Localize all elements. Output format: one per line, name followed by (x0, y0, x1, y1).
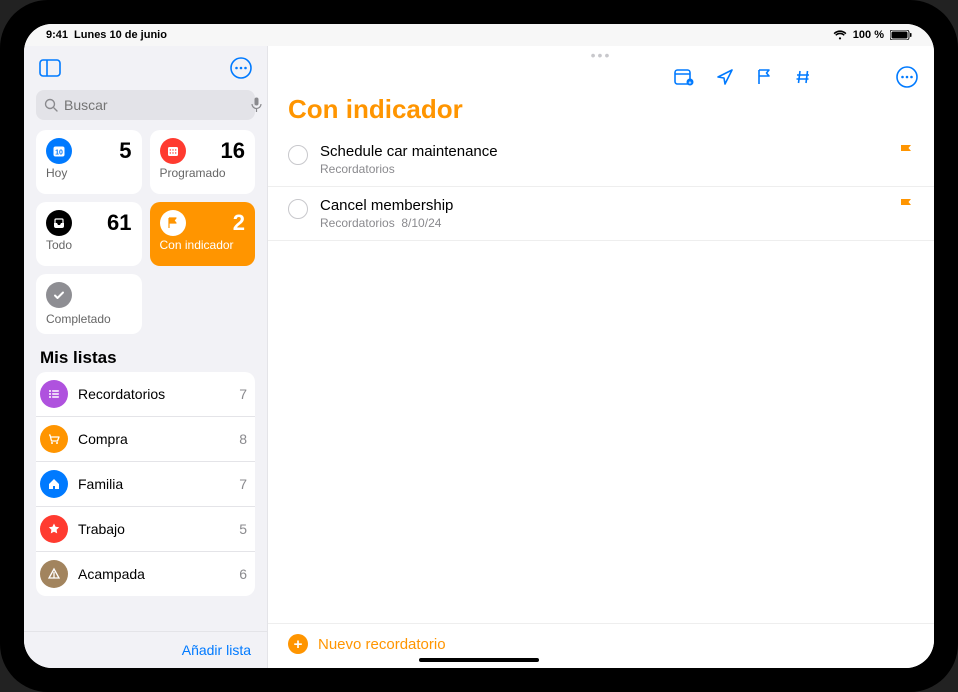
mic-icon[interactable] (251, 97, 262, 113)
reminder-checkbox[interactable] (288, 145, 308, 165)
svg-text:+: + (689, 80, 692, 86)
scheduled-label: Programado (160, 166, 246, 180)
status-date: Lunes 10 de junio (74, 29, 167, 41)
drag-handle-icon[interactable]: ••• (268, 46, 934, 64)
completed-label: Completado (46, 312, 132, 326)
list-item[interactable]: Acampada 6 (36, 552, 255, 596)
new-reminder-label: Nuevo recordatorio (318, 636, 446, 653)
reminder-flag-icon[interactable] (898, 197, 914, 215)
my-lists: Recordatorios 7 Compra 8 F (24, 372, 267, 631)
inbox-icon (46, 210, 72, 236)
sidebar: 10 5 Hoy 16 Programado (24, 46, 268, 668)
today-count: 5 (119, 138, 131, 164)
home-indicator[interactable] (419, 658, 539, 662)
calendar-badge-button[interactable]: + (674, 68, 694, 86)
status-battery: 100 % (853, 29, 884, 41)
flagged-label: Con indicador (160, 238, 246, 252)
all-label: Todo (46, 238, 132, 252)
smart-list-today[interactable]: 10 5 Hoy (36, 130, 142, 194)
reminder-row[interactable]: Schedule car maintenance Recordatorios (268, 133, 934, 187)
list-item[interactable]: Trabajo 5 (36, 507, 255, 552)
search-icon (44, 98, 58, 112)
search-input[interactable] (64, 97, 245, 113)
list-item-count: 7 (239, 476, 251, 492)
reminder-checkbox[interactable] (288, 199, 308, 219)
tag-button[interactable] (794, 68, 812, 86)
tent-icon (40, 560, 68, 588)
reminder-date: 8/10/24 (401, 216, 441, 230)
reminder-title: Schedule car maintenance (320, 143, 886, 160)
today-label: Hoy (46, 166, 132, 180)
scheduled-count: 16 (221, 138, 245, 164)
main-panel: ••• + (268, 46, 934, 668)
checkmark-icon (46, 282, 72, 308)
flag-button[interactable] (756, 68, 772, 86)
wifi-icon (833, 30, 847, 40)
list-item[interactable]: Recordatorios 7 (36, 372, 255, 417)
home-icon (40, 470, 68, 498)
list-item-count: 6 (239, 566, 251, 582)
svg-text:10: 10 (55, 150, 63, 157)
list-item-name: Familia (78, 476, 229, 492)
list-item-count: 7 (239, 386, 251, 402)
list-item-count: 8 (239, 431, 251, 447)
flagged-count: 2 (233, 210, 245, 236)
flag-icon (160, 210, 186, 236)
cart-icon (40, 425, 68, 453)
list-item-name: Compra (78, 431, 229, 447)
reminder-flag-icon[interactable] (898, 143, 914, 161)
smart-list-all[interactable]: 61 Todo (36, 202, 142, 266)
smart-list-scheduled[interactable]: 16 Programado (150, 130, 256, 194)
reminder-list-name: Recordatorios (320, 162, 395, 176)
list-item[interactable]: Familia 7 (36, 462, 255, 507)
plus-icon: + (288, 634, 308, 654)
more-options-button[interactable] (227, 54, 255, 82)
list-item[interactable]: Compra 8 (36, 417, 255, 462)
add-list-button[interactable]: Añadir lista (24, 631, 267, 668)
main-more-button[interactable] (896, 66, 918, 88)
search-field[interactable] (36, 90, 255, 120)
list-item-count: 5 (239, 521, 251, 537)
calendar-icon: 10 (46, 138, 72, 164)
star-icon (40, 515, 68, 543)
my-lists-header: Mis listas (24, 334, 267, 372)
calendar-grid-icon (160, 138, 186, 164)
all-count: 61 (107, 210, 131, 236)
smart-list-flagged[interactable]: 2 Con indicador (150, 202, 256, 266)
new-reminder-button[interactable]: + Nuevo recordatorio (268, 623, 934, 668)
status-bar: 9:41 Lunes 10 de junio 100 % (24, 24, 934, 46)
toggle-sidebar-button[interactable] (36, 54, 64, 82)
reminder-row[interactable]: Cancel membership Recordatorios 8/10/24 (268, 187, 934, 241)
location-button[interactable] (716, 68, 734, 86)
battery-icon (890, 30, 912, 40)
reminders-list: Schedule car maintenance Recordatorios (268, 133, 934, 623)
status-time: 9:41 (46, 29, 68, 41)
list-item-name: Recordatorios (78, 386, 229, 402)
reminder-title: Cancel membership (320, 197, 886, 214)
page-title: Con indicador (268, 88, 934, 133)
reminder-list-name: Recordatorios (320, 216, 395, 230)
list-item-name: Acampada (78, 566, 229, 582)
smart-list-completed[interactable]: Completado (36, 274, 142, 334)
list-icon (40, 380, 68, 408)
list-item-name: Trabajo (78, 521, 229, 537)
